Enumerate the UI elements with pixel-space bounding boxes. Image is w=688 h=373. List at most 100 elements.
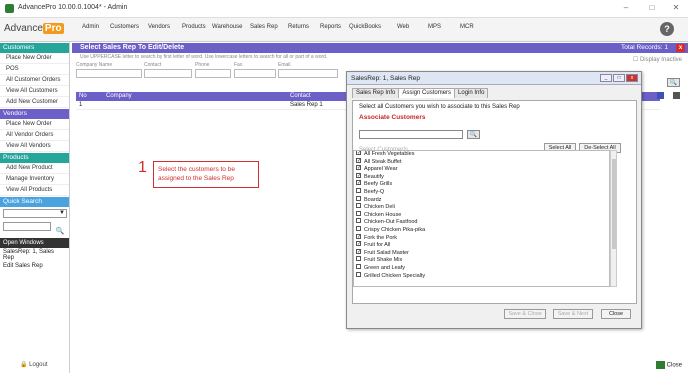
- menu-item[interactable]: Customers: [110, 24, 139, 30]
- checkbox[interactable]: ✓: [356, 157, 361, 163]
- main-close-button[interactable]: Close: [655, 361, 682, 369]
- list-item[interactable]: Chicken Deli: [354, 203, 609, 212]
- menu-item[interactable]: Web: [397, 24, 409, 30]
- quick-search-input[interactable]: [3, 222, 51, 231]
- customer-name: Fruit Salad Master: [364, 249, 409, 256]
- list-item[interactable]: ✓ Beautify: [354, 172, 609, 182]
- phone-filter[interactable]: [195, 69, 231, 78]
- checkbox[interactable]: [356, 218, 361, 224]
- search-button[interactable]: 🔍: [667, 78, 680, 87]
- list-item[interactable]: Fruit Shake Mix: [354, 256, 609, 265]
- menu-item[interactable]: Vendors: [148, 24, 170, 30]
- menu-item[interactable]: Products: [182, 24, 206, 30]
- menu-item[interactable]: MPS: [428, 24, 441, 30]
- list-item[interactable]: ✓ Fruit Salad Master: [354, 248, 609, 258]
- email-filter[interactable]: [278, 69, 338, 78]
- list-item[interactable]: ✓ Fruit for All: [354, 241, 609, 250]
- checkbox[interactable]: ✓: [356, 233, 361, 239]
- tab-sales-rep-info[interactable]: Sales Rep Info: [352, 88, 400, 98]
- dialog-maximize-icon[interactable]: □: [613, 74, 625, 82]
- sidebar-item[interactable]: Place New Order: [0, 119, 69, 130]
- list-item[interactable]: ✓ Beefy Grills: [354, 180, 609, 189]
- sidebar-item[interactable]: View All Products: [0, 185, 69, 196]
- checkbox[interactable]: [356, 271, 361, 277]
- search-icon[interactable]: 🔍: [56, 228, 65, 235]
- menu-item[interactable]: Reports: [320, 24, 341, 30]
- minimize-icon[interactable]: –: [619, 3, 633, 12]
- dialog-close-icon[interactable]: x: [626, 74, 638, 82]
- app-logo: Advance Pro: [4, 23, 64, 34]
- menu-item[interactable]: MCR: [460, 24, 474, 30]
- checkbox[interactable]: [356, 225, 361, 231]
- dialog-close-button[interactable]: Close: [601, 309, 631, 319]
- tab-assign-customers[interactable]: Assign Customers: [398, 88, 456, 98]
- checkbox[interactable]: [356, 256, 361, 262]
- sidebar-header-customers: Customers: [0, 43, 69, 53]
- checkbox[interactable]: ✓: [356, 241, 361, 247]
- list-item[interactable]: Boardz: [354, 195, 609, 205]
- open-window-item[interactable]: SalesRep: 1, Sales Rep: [0, 248, 69, 262]
- annotation-callout: Select the customers to be assigned to t…: [153, 161, 259, 188]
- sidebar-item[interactable]: Add New Product: [0, 163, 69, 174]
- maximize-icon[interactable]: □: [645, 3, 659, 12]
- tab-login-info[interactable]: Login Info: [454, 88, 489, 98]
- checkbox[interactable]: ✓: [356, 180, 361, 186]
- sidebar-item[interactable]: Manage Inventory: [0, 174, 69, 185]
- customer-name: Fruit Shake Mix: [364, 257, 403, 264]
- sidebar-item[interactable]: All Customer Orders: [0, 75, 69, 86]
- contact-filter[interactable]: [144, 69, 192, 78]
- sidebar-item[interactable]: All Vendor Orders: [0, 130, 69, 141]
- checkbox[interactable]: ✓: [356, 151, 361, 156]
- sidebar-item[interactable]: View All Customers: [0, 86, 69, 97]
- menu-item[interactable]: Returns: [288, 24, 309, 30]
- checkbox[interactable]: [356, 210, 361, 216]
- list-item[interactable]: Green and Leafy: [354, 263, 609, 273]
- list-item[interactable]: Crispy Chicken Pika-pika: [354, 225, 609, 235]
- delete-icon[interactable]: [673, 92, 680, 99]
- close-icon: [655, 361, 665, 369]
- logout-link[interactable]: 🔒 Logout: [20, 361, 48, 368]
- edit-icon[interactable]: [657, 92, 665, 99]
- customer-name: Boardz: [364, 196, 382, 203]
- sidebar-item[interactable]: Place New Order: [0, 53, 69, 64]
- save-close-button[interactable]: Save & Close: [504, 309, 546, 319]
- customer-search-input[interactable]: [359, 130, 463, 139]
- close-panel-button[interactable]: x: [676, 44, 685, 52]
- sidebar-item[interactable]: POS: [0, 64, 69, 75]
- customer-list[interactable]: ✓ All Fresh Vegetables ✓ All Steak Buffet ✓ A…: [353, 150, 610, 287]
- help-icon[interactable]: ?: [660, 22, 674, 36]
- list-item[interactable]: ✓ All Fresh Vegetables: [354, 151, 609, 159]
- list-item[interactable]: ✓ Apparel Wear: [354, 165, 609, 174]
- list-item[interactable]: Chicken House: [354, 210, 609, 220]
- quick-search-select[interactable]: ▼: [3, 209, 67, 218]
- menu-item[interactable]: QuickBooks: [349, 24, 381, 30]
- save-next-button[interactable]: Save & Next: [553, 309, 593, 319]
- list-item[interactable]: ✓ Fork the Pork: [354, 233, 609, 243]
- filter-label: Company Name: [76, 62, 113, 68]
- checkbox[interactable]: [356, 203, 361, 209]
- list-item[interactable]: Beefy-Q: [354, 188, 609, 197]
- customer-list-scrollbar[interactable]: [610, 150, 617, 287]
- sidebar-item[interactable]: View All Vendors: [0, 141, 69, 152]
- sidebar-item[interactable]: Add New Customer: [0, 97, 69, 108]
- window-title: AdvancePro 10.00.0.1004* - Admin: [18, 4, 128, 11]
- menu-item[interactable]: Warehouse: [212, 24, 242, 30]
- close-icon[interactable]: ✕: [669, 3, 683, 12]
- list-item[interactable]: ✓ All Steak Buffet: [354, 157, 609, 167]
- checkbox[interactable]: [356, 195, 361, 201]
- checkbox[interactable]: [356, 263, 361, 269]
- checkbox[interactable]: ✓: [356, 248, 361, 254]
- fax-filter[interactable]: [234, 69, 276, 78]
- menu-item[interactable]: Admin: [82, 24, 99, 30]
- checkbox[interactable]: ✓: [356, 165, 361, 171]
- menu-item[interactable]: Sales Rep: [250, 24, 278, 30]
- open-window-item[interactable]: Edit Sales Rep: [0, 262, 69, 270]
- customer-search-button[interactable]: 🔍: [467, 130, 480, 139]
- checkbox[interactable]: [356, 188, 361, 194]
- checkbox[interactable]: ✓: [356, 172, 361, 178]
- list-item[interactable]: Grilled Chicken Specialty: [354, 271, 609, 281]
- list-item[interactable]: Chicken-Out Fastfood: [354, 218, 609, 227]
- dialog-minimize-icon[interactable]: _: [600, 74, 612, 82]
- company-name-filter[interactable]: [76, 69, 142, 78]
- customer-name: Chicken House: [364, 211, 402, 218]
